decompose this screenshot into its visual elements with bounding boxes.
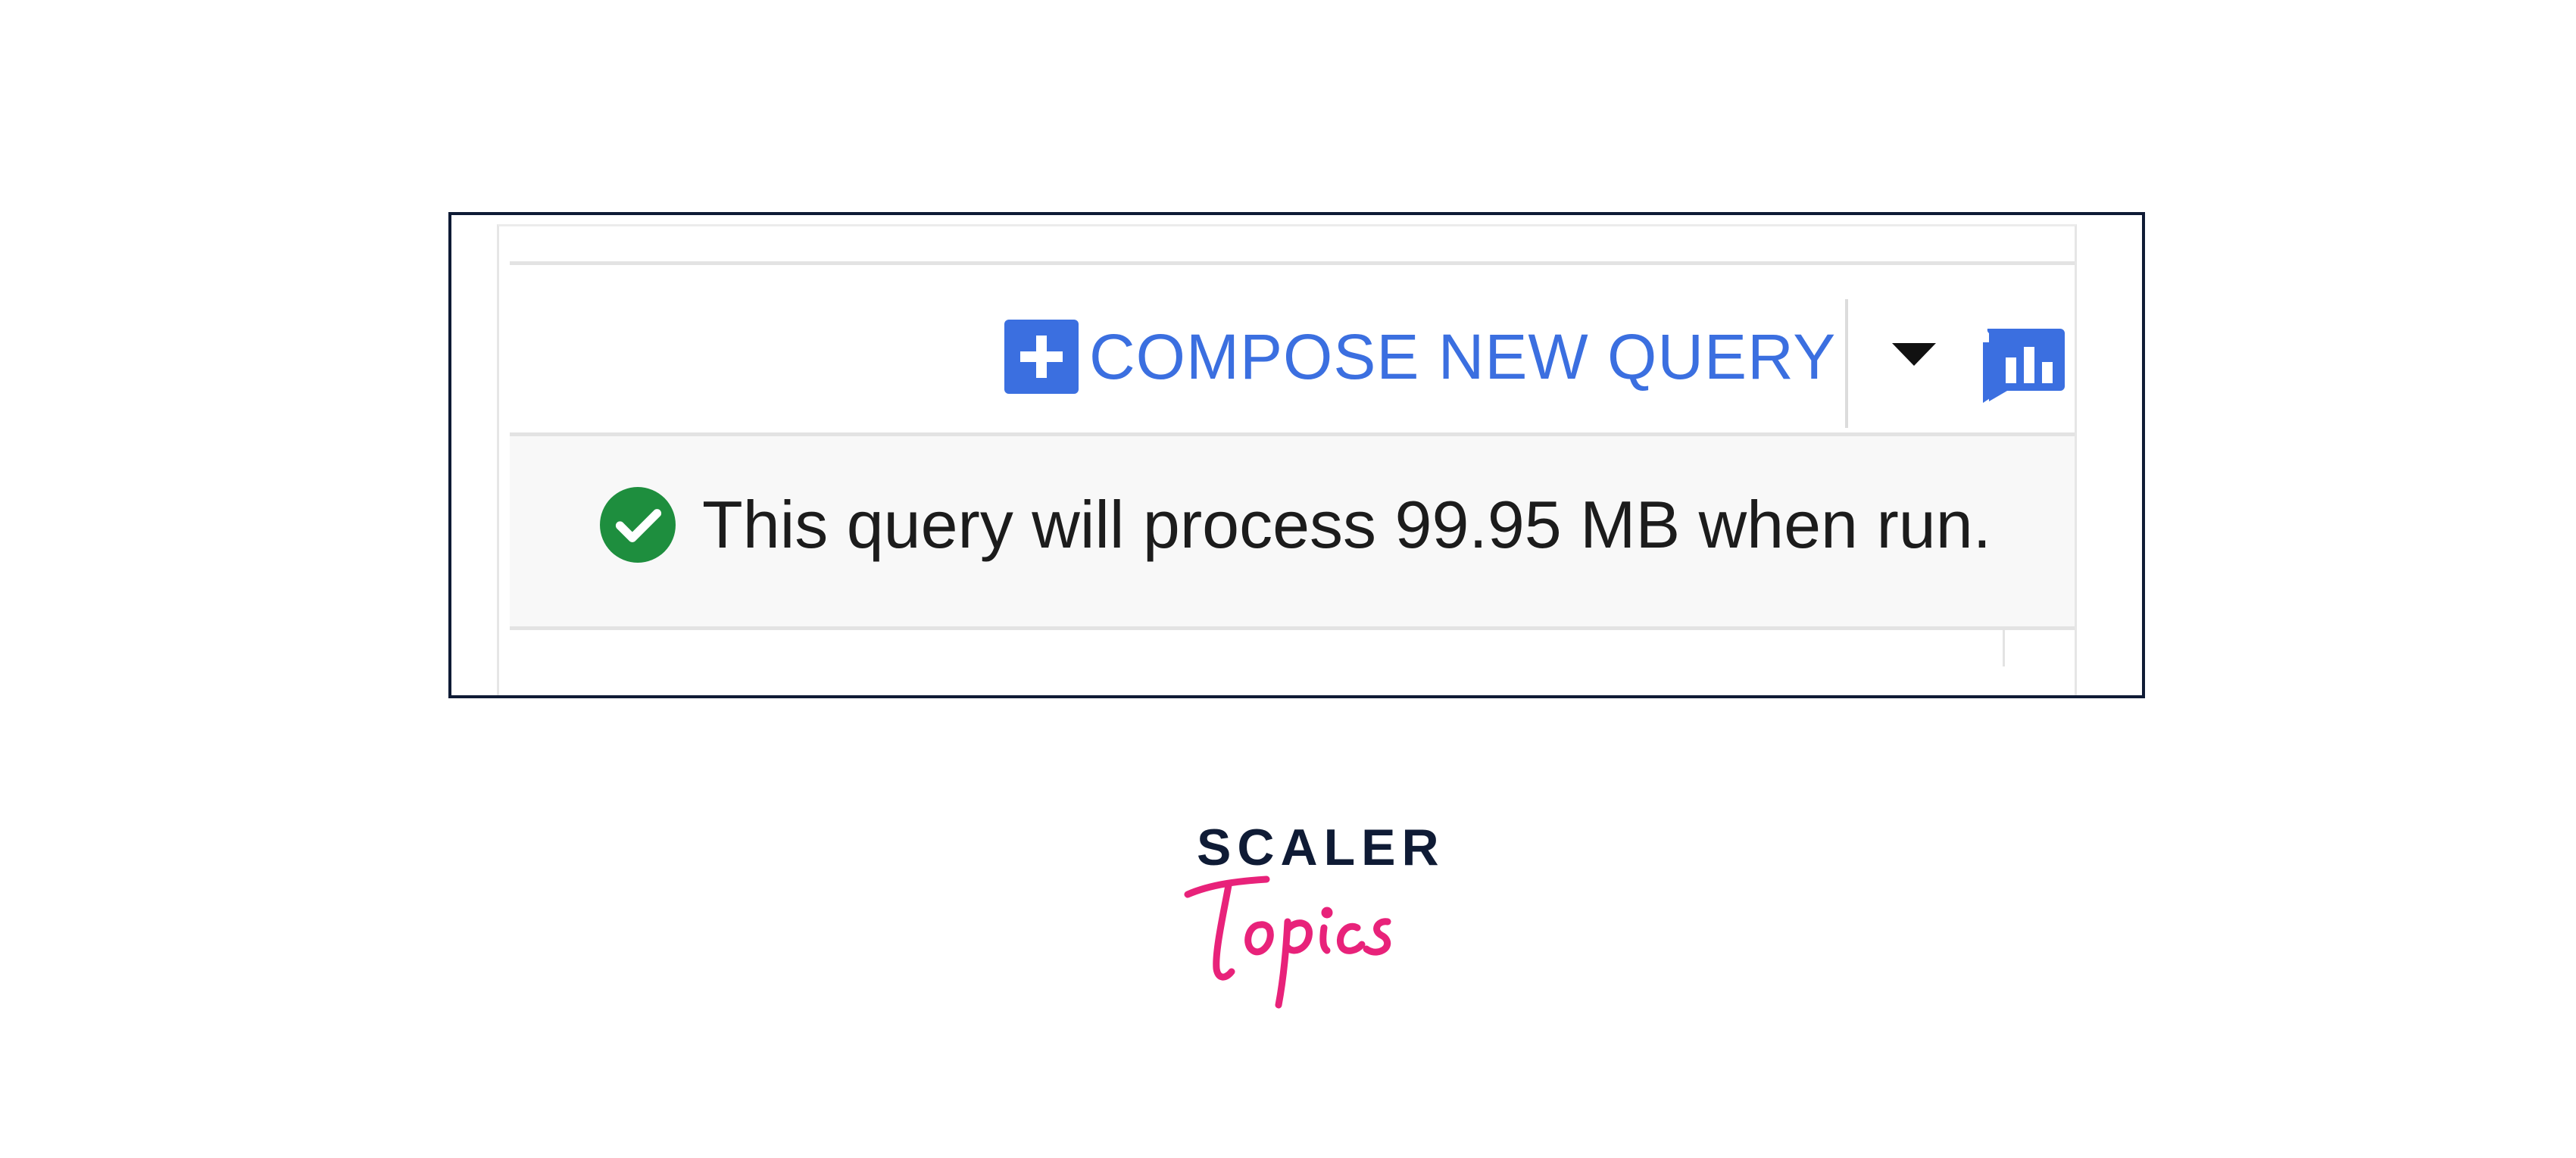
query-editor-panel: COMPOSE NEW QUERY This query will proces… — [497, 224, 2077, 695]
screenshot-frame: COMPOSE NEW QUERY This query will proces… — [448, 212, 2145, 698]
logo-wordmark-scaler: SCALER — [1197, 819, 1445, 876]
caret-down-icon[interactable] — [1892, 343, 1936, 366]
query-validator-message: This query will process 99.95 MB when ru… — [702, 487, 1992, 562]
toolbar-divider — [1845, 299, 1848, 428]
plus-square-icon — [1004, 320, 1079, 394]
query-toolbar: COMPOSE NEW QUERY — [510, 265, 2075, 432]
query-chart-icon[interactable] — [1981, 321, 2066, 403]
compose-new-query-button[interactable]: COMPOSE NEW QUERY — [1004, 319, 1836, 395]
check-circle-icon — [600, 487, 676, 563]
query-validator-bar: This query will process 99.95 MB when ru… — [510, 436, 2075, 626]
logo-wordmark-topics — [1184, 876, 1391, 1009]
compose-new-query-label: COMPOSE NEW QUERY — [1089, 321, 1837, 392]
editor-edge — [2003, 630, 2005, 666]
query-validator: This query will process 99.95 MB when ru… — [599, 486, 1991, 563]
scaler-topics-logo: SCALER — [1182, 822, 1439, 1019]
query-editor-area[interactable] — [510, 630, 2075, 695]
